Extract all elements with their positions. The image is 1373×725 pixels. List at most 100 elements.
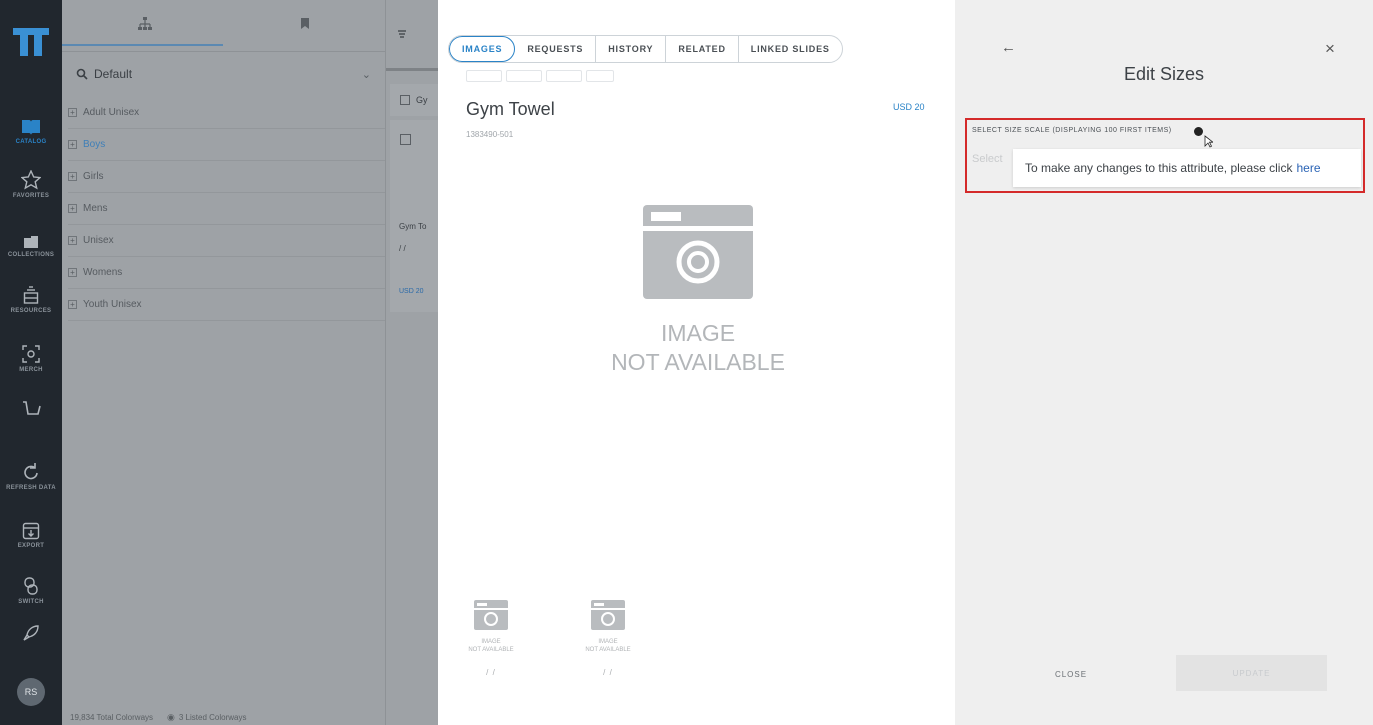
tooltip-link[interactable]: here bbox=[1296, 161, 1320, 175]
nav-refresh[interactable]: REFRESH DATA bbox=[0, 462, 62, 491]
update-button[interactable]: UPDATE bbox=[1176, 655, 1327, 691]
size-scale-label: SELECT SIZE SCALE (DISPLAYING 100 FIRST … bbox=[972, 127, 1172, 134]
nav-label: FAVORITES bbox=[12, 193, 50, 199]
filter-icon[interactable] bbox=[397, 29, 407, 39]
nav-cart[interactable] bbox=[0, 400, 62, 418]
tree-item[interactable]: + Unisex bbox=[68, 225, 385, 257]
close-icon[interactable]: × bbox=[1319, 38, 1341, 60]
thumbnail[interactable]: IMAGE NOT AVAILABLE / / bbox=[456, 600, 526, 677]
thumbnail[interactable]: IMAGE NOT AVAILABLE / / bbox=[573, 600, 643, 677]
expand-icon[interactable]: + bbox=[68, 268, 77, 277]
results-toolbar bbox=[386, 68, 438, 71]
app-logo[interactable] bbox=[13, 28, 49, 56]
nav-label: MERCH bbox=[19, 367, 43, 373]
listed-colorways: 3 Listed Colorways bbox=[178, 713, 247, 722]
total-colorways: 19,834 Total Colorways bbox=[70, 713, 154, 722]
expand-icon[interactable]: + bbox=[68, 300, 77, 309]
nav-favorites[interactable]: FAVORITES bbox=[0, 170, 62, 199]
tab-linked-slides[interactable]: LINKED SLIDES bbox=[739, 36, 842, 62]
camera-icon bbox=[643, 205, 753, 299]
close-button[interactable]: CLOSE bbox=[1021, 657, 1121, 691]
expand-icon[interactable]: + bbox=[68, 172, 77, 181]
thumb-caption: / / bbox=[486, 668, 496, 677]
nav-catalog[interactable]: CATALOG bbox=[0, 118, 62, 145]
tab-requests[interactable]: REQUESTS bbox=[515, 36, 597, 62]
tab-related[interactable]: RELATED bbox=[666, 36, 739, 62]
export-icon bbox=[22, 522, 40, 540]
tree-item-label: Adult Unisex bbox=[83, 107, 140, 118]
card-title: Gym To bbox=[399, 222, 427, 231]
image-placeholder: IMAGE NOT AVAILABLE bbox=[598, 205, 798, 377]
nav-rail: CATALOG FAVORITES COLLECTIONS RESOURCES … bbox=[0, 0, 62, 725]
expand-icon[interactable]: + bbox=[68, 204, 77, 213]
tree-tabs bbox=[62, 0, 385, 52]
thumb-line1: IMAGE bbox=[598, 639, 618, 645]
hierarchy-icon[interactable] bbox=[137, 16, 153, 32]
nav-label: SWITCH bbox=[18, 599, 44, 605]
tree-item[interactable]: + Womens bbox=[68, 257, 385, 289]
tree-item-label: Girls bbox=[83, 171, 104, 182]
tree-item[interactable]: + Boys bbox=[68, 129, 385, 161]
tree-search[interactable]: Default ⌄ bbox=[76, 60, 371, 88]
placeholder-line2: NOT AVAILABLE bbox=[611, 349, 785, 375]
avatar[interactable]: RS bbox=[17, 678, 45, 706]
nav-collections[interactable]: COLLECTIONS bbox=[0, 235, 62, 258]
tab-underline bbox=[62, 44, 223, 46]
product-price: USD 20 bbox=[893, 102, 925, 112]
tree-search-value: Default bbox=[94, 67, 133, 81]
expand-icon[interactable]: + bbox=[68, 140, 77, 149]
tree-item[interactable]: + Mens bbox=[68, 193, 385, 225]
tree-item[interactable]: + Adult Unisex bbox=[68, 97, 385, 129]
star-icon bbox=[21, 170, 41, 190]
rocket-icon bbox=[23, 625, 39, 641]
info-icon[interactable] bbox=[1194, 127, 1203, 136]
nav-label: EXPORT bbox=[17, 543, 45, 549]
tab-images[interactable]: IMAGES bbox=[449, 36, 516, 62]
stack-icon bbox=[23, 286, 39, 304]
nav-resources[interactable]: RESOURCES bbox=[0, 285, 62, 314]
edit-sizes-panel: ← × Edit Sizes SELECT SIZE SCALE (DISPLA… bbox=[955, 0, 1373, 725]
nav-label: RESOURCES bbox=[10, 308, 52, 314]
thumb-line2: NOT AVAILABLE bbox=[585, 647, 631, 653]
thumb-caption: / / bbox=[603, 668, 613, 677]
product-card[interactable]: Gym To / / USD 20 bbox=[390, 120, 438, 312]
nav-label: COLLECTIONS bbox=[7, 252, 55, 258]
camera-icon bbox=[591, 600, 625, 630]
cart-icon bbox=[23, 401, 41, 415]
card-price: USD 20 bbox=[399, 288, 424, 295]
nav-label: REFRESH DATA bbox=[6, 485, 56, 491]
tree-item-label: Womens bbox=[83, 267, 123, 278]
product-detail-panel: IMAGES REQUESTS HISTORY RELATED LINKED S… bbox=[438, 0, 955, 725]
tree-item-label: Unisex bbox=[83, 235, 114, 246]
nav-merch[interactable]: MERCH bbox=[0, 344, 62, 373]
tab-history[interactable]: HISTORY bbox=[596, 36, 667, 62]
back-arrow-icon[interactable]: ← bbox=[995, 38, 1022, 57]
cursor-icon bbox=[1204, 135, 1213, 148]
nav-launch[interactable] bbox=[0, 624, 62, 642]
tree-item[interactable]: + Youth Unisex bbox=[68, 289, 385, 321]
nav-export[interactable]: EXPORT bbox=[0, 522, 62, 549]
card-meta: / / bbox=[399, 244, 406, 253]
book-icon bbox=[22, 120, 40, 135]
tree-item[interactable]: + Girls bbox=[68, 161, 385, 193]
expand-icon[interactable]: + bbox=[68, 108, 77, 117]
tooltip-text: To make any changes to this attribute, p… bbox=[1025, 161, 1293, 175]
tree-item-label: Mens bbox=[83, 203, 108, 214]
folder-icon bbox=[24, 236, 38, 248]
nav-switch[interactable]: SWITCH bbox=[0, 576, 62, 605]
expand-icon[interactable]: + bbox=[68, 236, 77, 245]
refresh-icon bbox=[24, 463, 38, 480]
faded-chips bbox=[466, 70, 614, 82]
chevron-down-icon[interactable]: ⌄ bbox=[362, 68, 371, 81]
size-scale-select[interactable]: Select bbox=[972, 153, 1003, 165]
chip bbox=[506, 70, 542, 82]
column-label: Gy bbox=[416, 95, 428, 105]
card-checkbox[interactable] bbox=[400, 134, 411, 145]
status-footer: 19,834 Total Colorways ◉ 3 Listed Colorw… bbox=[62, 710, 438, 725]
bookmark-icon[interactable] bbox=[300, 17, 310, 30]
background-overlay: Default ⌄ + Adult Unisex + Boys + Girls + Me… bbox=[62, 0, 438, 725]
select-all-checkbox[interactable] bbox=[400, 95, 410, 105]
tree-item-label: Boys bbox=[83, 139, 106, 150]
search-icon bbox=[76, 68, 88, 80]
panel-title: Edit Sizes bbox=[1123, 64, 1205, 84]
